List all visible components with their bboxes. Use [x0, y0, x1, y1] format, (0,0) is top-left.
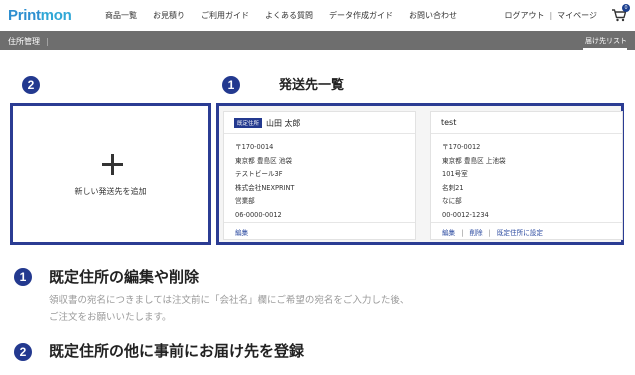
department: 営業部	[235, 197, 255, 205]
tab-delivery-list[interactable]: 届け先リスト	[585, 36, 627, 46]
address-card-header: test	[431, 112, 622, 134]
section-1-description: 領収書の宛名につきましては注文前に「会社名」欄にご希望の宛名をご入力した後、 ご…	[49, 293, 409, 326]
action-separator: |	[488, 229, 491, 237]
postal-code: 〒170-0012	[442, 143, 481, 151]
tab-active-indicator	[583, 48, 627, 50]
section-1-number: 1	[14, 268, 32, 286]
section-2-title: 既定住所の他に事前にお届け先を登録	[49, 342, 305, 360]
add-address-card[interactable]: 新しい発送先を追加	[10, 103, 211, 245]
page-title: 住所管理 |	[8, 36, 49, 47]
mypage-link[interactable]: マイページ	[557, 11, 597, 20]
cart-count-badge: 0	[622, 4, 630, 12]
printmon-logo[interactable]: Printmon	[8, 7, 72, 24]
address-line: 東京都 豊島区 上池袋	[442, 156, 506, 165]
cart-icon[interactable]: 0	[611, 4, 630, 22]
edit-link[interactable]: 編集	[442, 229, 455, 237]
department: なに部	[442, 197, 462, 205]
address-list-heading: 発送先一覧	[279, 78, 345, 93]
edit-link[interactable]: 編集	[235, 229, 248, 237]
address-card-header: 既定住所 山田 太郎	[224, 112, 415, 134]
account-nav-separator: |	[549, 11, 553, 20]
account-nav: ログアウト | マイページ	[504, 10, 597, 21]
address-card-default: 既定住所 山田 太郎 〒170-0014 東京都 豊島区 池袋 テストビール3F …	[223, 111, 416, 240]
main-nav: 商品一覧 お見積り ご利用ガイド よくある質問 データ作成ガイド お問い合わせ	[105, 10, 473, 21]
logo-text-mon: mon	[40, 7, 72, 24]
address-name: 山田 太郎	[266, 119, 301, 128]
address-line: 東京都 豊島区 池袋	[235, 156, 292, 165]
company-name: 名刺21	[442, 183, 464, 192]
nav-faq[interactable]: よくある質問	[265, 10, 313, 21]
add-address-label: 新しい発送先を追加	[74, 187, 147, 196]
address-card-test: test 〒170-0012 東京都 豊島区 上池袋 101号室 名刺21 なに…	[430, 111, 623, 240]
section-1-desc-line2: ご注文をお願いいたします。	[49, 311, 172, 323]
section-2-number: 2	[14, 343, 32, 361]
address-details: 〒170-0014 東京都 豊島区 池袋 テストビール3F 株式会社NEXPRI…	[224, 134, 415, 222]
company-name: 株式会社NEXPRINT	[235, 183, 295, 192]
action-separator: |	[461, 229, 464, 237]
section-1-desc-line1: 領収書の宛名につきましては注文前に「会社名」欄にご希望の宛名をご入力した後、	[49, 295, 410, 306]
logout-link[interactable]: ログアウト	[504, 11, 544, 20]
plus-icon-bar	[102, 163, 123, 166]
marker-2-add: 2	[22, 76, 40, 94]
page-title-pipe: |	[46, 37, 49, 46]
phone-number: 00-0012-1234	[442, 210, 489, 219]
default-address-badge: 既定住所	[234, 118, 263, 128]
address-card-actions: 編集	[224, 222, 415, 239]
marker-1-list: 1	[222, 76, 240, 94]
nav-data-guide[interactable]: データ作成ガイド	[329, 10, 393, 21]
page-title-text: 住所管理	[8, 37, 40, 46]
nav-products[interactable]: 商品一覧	[105, 10, 137, 21]
top-header: Printmon 商品一覧 お見積り ご利用ガイド よくある質問 データ作成ガイ…	[0, 0, 635, 31]
nav-estimate[interactable]: お見積り	[153, 10, 185, 21]
address-card-actions: 編集 | 削除 | 既定住所に設定	[431, 222, 622, 239]
set-default-link[interactable]: 既定住所に設定	[497, 229, 543, 237]
postal-code: 〒170-0014	[235, 143, 274, 151]
logo-text-print: Print	[8, 7, 41, 24]
nav-guide[interactable]: ご利用ガイド	[201, 10, 249, 21]
address-name: test	[441, 118, 457, 127]
nav-contact[interactable]: お問い合わせ	[409, 10, 457, 21]
building-line: 101号室	[442, 170, 468, 178]
address-list: 既定住所 山田 太郎 〒170-0014 東京都 豊島区 池袋 テストビール3F …	[216, 103, 624, 245]
phone-number: 06-0000-0012	[235, 210, 282, 219]
section-1-title: 既定住所の編集や削除	[49, 268, 200, 286]
address-details: 〒170-0012 東京都 豊島区 上池袋 101号室 名刺21 なに部 00-…	[431, 134, 622, 222]
delete-link[interactable]: 削除	[469, 229, 482, 237]
sub-header-bar: 住所管理 | 届け先リスト	[0, 31, 635, 50]
building-line: テストビール3F	[235, 170, 283, 178]
